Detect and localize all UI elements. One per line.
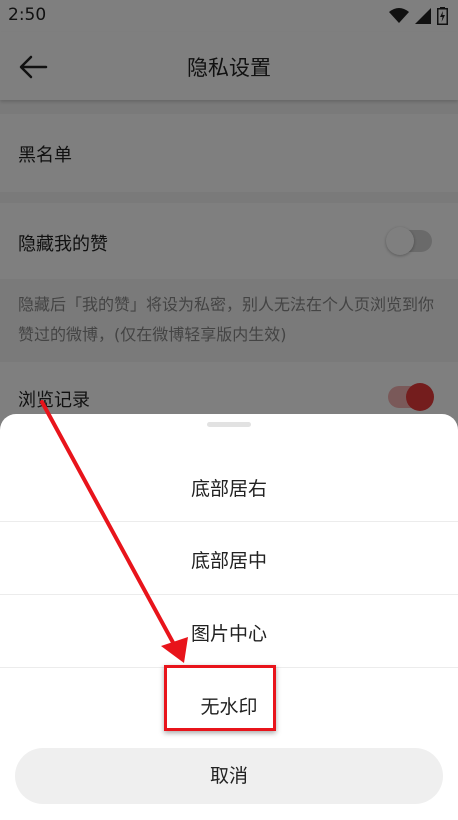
option-bottom-center[interactable]: 底部居中 [0,522,458,594]
watermark-bottom-sheet: 底部居右 底部居中 图片中心 无水印 取消 [0,414,458,820]
option-bottom-right[interactable]: 底部居右 [0,450,458,522]
option-label: 底部居右 [190,478,267,500]
drag-handle[interactable] [207,422,251,427]
option-label: 底部居中 [190,550,267,572]
option-image-center[interactable]: 图片中心 [0,595,458,667]
cancel-button[interactable]: 取消 [15,748,443,804]
highlight-box [164,665,276,731]
option-label: 图片中心 [190,623,267,645]
